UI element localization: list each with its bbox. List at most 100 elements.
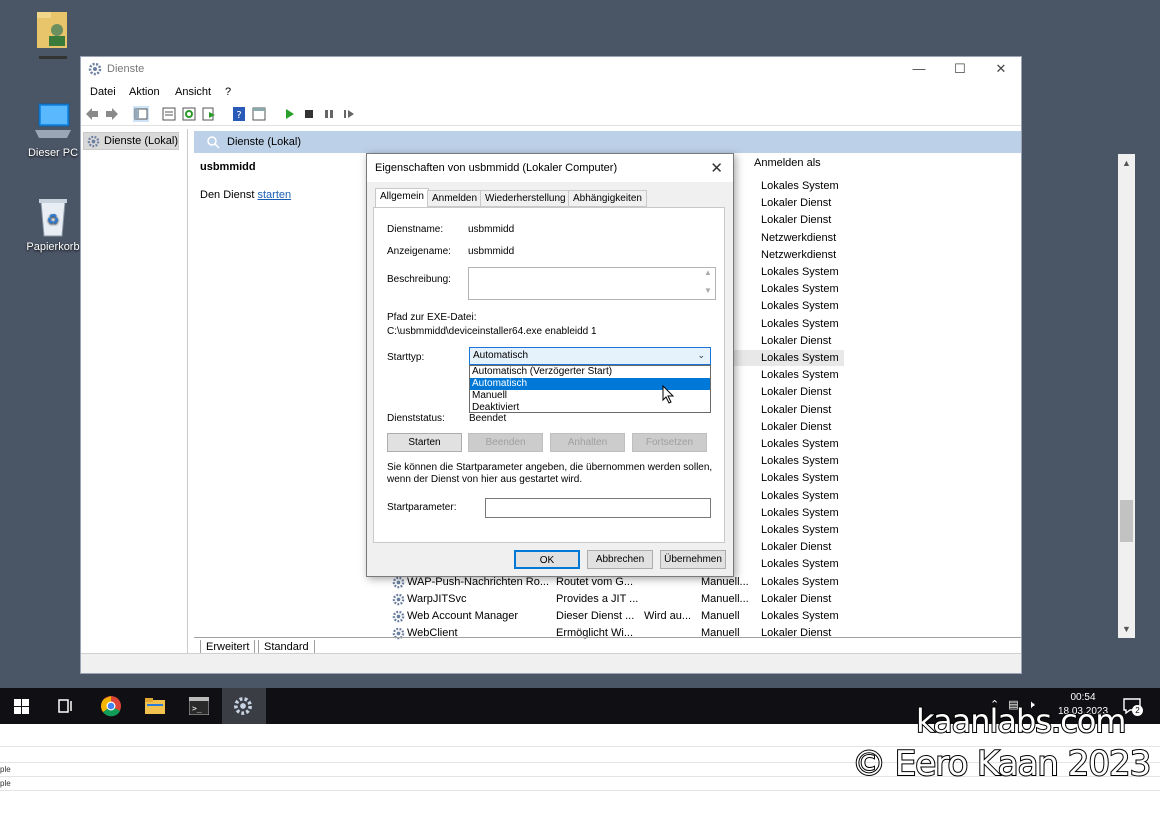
service-cell-starttype: Manuell... — [701, 592, 749, 605]
tab-anmelden[interactable]: Anmelden — [427, 190, 483, 207]
tree-item-dienste-lokal[interactable]: Dienste (Lokal) — [83, 132, 179, 150]
scrollbar-thumb[interactable] — [1120, 500, 1133, 542]
startparameter-input[interactable] — [485, 498, 711, 518]
service-cell-logon: Lokaler Dienst — [761, 592, 832, 605]
watermark-copyright: © Eero Kaan 2023 — [851, 743, 1152, 785]
properties-icon[interactable] — [251, 106, 267, 122]
starttyp-select[interactable]: Automatisch ⌄ — [469, 347, 711, 365]
desktop-icon-user-folder[interactable] — [18, 8, 88, 67]
close-button[interactable]: ✕ — [993, 61, 1009, 77]
menu-ansicht[interactable]: Ansicht — [175, 86, 211, 98]
start-button[interactable] — [0, 688, 44, 724]
service-cell-logon: Netzwerkdienst — [761, 248, 837, 261]
vertical-scrollbar[interactable]: ▲ ▼ — [1118, 154, 1135, 638]
menu-aktion[interactable]: Aktion — [129, 86, 160, 98]
ok-button[interactable]: OK — [514, 550, 580, 569]
cancel-button[interactable]: Abbrechen — [587, 550, 653, 569]
gear-icon — [234, 697, 252, 715]
service-detail-name: usbmmidd — [200, 161, 256, 173]
restart-icon[interactable] — [341, 106, 357, 122]
notification-count-badge: 2 — [1132, 705, 1143, 716]
pause-service-button[interactable]: Anhalten — [550, 433, 625, 452]
forward-arrow-icon[interactable] — [104, 106, 120, 122]
maximize-button[interactable]: ☐ — [952, 61, 968, 77]
service-cell-logon: Lokales System — [761, 610, 839, 622]
service-detail-action: Den Dienst starten — [200, 189, 370, 201]
service-cell-logon: Lokaler Dienst — [761, 214, 832, 227]
service-cell-description: Routet vom G... — [556, 575, 634, 588]
strip-text: ple — [0, 765, 11, 774]
taskbar-terminal[interactable]: >_ — [177, 688, 221, 724]
service-cell-logon: Lokales System — [761, 180, 839, 192]
column-header-logon[interactable]: Anmelden als — [754, 157, 821, 169]
minimize-button[interactable]: — — [911, 61, 927, 77]
stop-service-button[interactable]: Beenden — [468, 433, 543, 452]
dialog-close-icon[interactable]: ✕ — [710, 159, 723, 177]
service-cell-logon: Lokales System — [761, 558, 839, 571]
export-icon[interactable] — [201, 106, 217, 122]
folder-icon — [145, 698, 165, 714]
service-cell-logon: Lokales System — [761, 369, 839, 382]
service-cell-logon: Lokaler Dienst — [761, 420, 832, 433]
play-icon[interactable] — [281, 106, 297, 122]
tab-abhaengigkeiten[interactable]: Abhängigkeiten — [568, 190, 647, 207]
desktop-icon-label: Dieser PC — [27, 147, 79, 159]
service-cell-logon: Lokales System — [761, 524, 839, 536]
console-tree-icon[interactable] — [133, 106, 149, 122]
description-field[interactable]: ▲ ▼ — [468, 267, 716, 300]
properties-dialog: Eigenschaften von usbmmidd (Lokaler Comp… — [366, 153, 734, 577]
service-cell-logon: Lokales System — [761, 489, 839, 502]
service-cell-logon: Lokaler Dienst — [761, 541, 832, 554]
menu-datei[interactable]: Datei — [90, 86, 116, 98]
desktop-icon-dieser-pc[interactable]: Dieser PC — [18, 102, 88, 159]
service-cell-status: Wird au... — [644, 610, 692, 622]
service-gear-icon — [392, 576, 405, 588]
desktop-icon-papierkorb[interactable]: ♻ Papierkorb — [18, 196, 88, 253]
desktop-icon-label: Papierkorb — [26, 241, 80, 253]
svg-text:>_: >_ — [192, 704, 202, 713]
stop-icon[interactable] — [301, 106, 317, 122]
user-folder-icon — [37, 12, 67, 59]
back-arrow-icon[interactable] — [84, 106, 100, 122]
taskbar-file-explorer[interactable] — [133, 688, 177, 724]
menu-help[interactable]: ? — [225, 86, 231, 98]
anzeigename-label: Anzeigename: — [387, 246, 451, 257]
window-titlebar[interactable]: Dienste — ☐ ✕ — [81, 57, 1021, 82]
taskbar-chrome[interactable] — [89, 688, 133, 724]
svg-text:♻: ♻ — [47, 212, 60, 228]
service-cell-logon: Lokales System — [761, 283, 839, 296]
tab-allgemein[interactable]: Allgemein — [375, 188, 429, 208]
computer-icon — [35, 103, 71, 138]
pane-header-title: Dienste (Lokal) — [227, 136, 301, 148]
scroll-up-icon[interactable]: ▲ — [1120, 158, 1133, 168]
tree-item-label: Dienste (Lokal) — [104, 135, 178, 147]
start-service-link[interactable]: starten — [257, 189, 291, 201]
windows-logo-icon — [14, 699, 29, 714]
starttyp-option[interactable]: Automatisch (Verzögerter Start) — [470, 366, 710, 378]
task-view-button[interactable] — [44, 688, 88, 724]
service-cell-starttype: Manuell... — [701, 575, 749, 588]
general-tab-panel: Dienstname: usbmmidd Anzeigename: usbmmi… — [373, 207, 725, 543]
start-service-button[interactable]: Starten — [387, 433, 462, 452]
dienstname-label: Dienstname: — [387, 224, 444, 235]
gear-icon — [88, 62, 102, 79]
dialog-titlebar[interactable]: Eigenschaften von usbmmidd (Lokaler Comp… — [367, 154, 733, 182]
taskbar-services[interactable] — [222, 688, 266, 724]
help-icon[interactable]: ? — [231, 106, 247, 122]
tab-wiederherstellung[interactable]: Wiederherstellung — [480, 190, 571, 207]
service-cell-logon: Lokaler Dienst — [761, 197, 832, 210]
resume-service-button[interactable]: Fortsetzen — [632, 433, 707, 452]
dialog-title: Eigenschaften von usbmmidd (Lokaler Comp… — [375, 162, 618, 174]
service-cell-logon: Lokales System — [761, 352, 839, 364]
console-tree: Dienste (Lokal) — [81, 129, 188, 653]
scroll-down-icon[interactable]: ▼ — [1120, 624, 1133, 634]
service-cell-name: WAP-Push-Nachrichten Ro... — [407, 575, 550, 588]
description-scrollbar[interactable]: ▲ ▼ — [701, 268, 715, 299]
pause-icon[interactable] — [321, 106, 337, 122]
anzeigename-value: usbmmidd — [468, 246, 515, 257]
refresh-icon[interactable] — [181, 106, 197, 122]
gear-icon — [87, 135, 100, 148]
list-view-icon[interactable] — [161, 106, 177, 122]
service-cell-logon: Netzwerkdienst — [761, 231, 837, 244]
apply-button[interactable]: Übernehmen — [660, 550, 726, 569]
